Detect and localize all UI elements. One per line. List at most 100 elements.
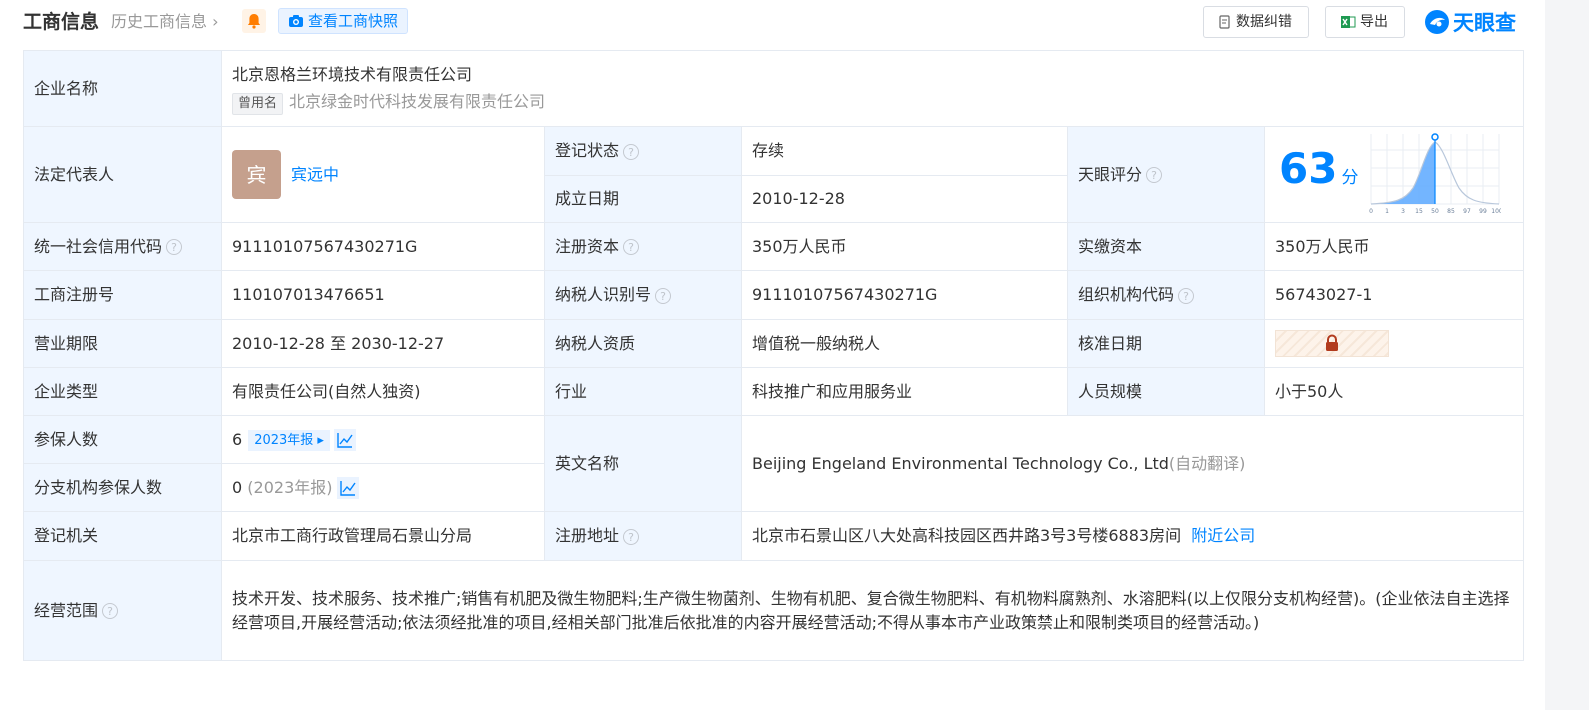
- monitor-bell-button[interactable]: [242, 9, 266, 33]
- table-row: 登记机关 北京市工商行政管理局石景山分局 注册地址? 北京市石景山区八大处高科技…: [23, 511, 1525, 561]
- right-scroll-rail: [1545, 0, 1589, 710]
- score-axis-tick: 97: [1463, 208, 1471, 215]
- score-axis-tick: 3: [1401, 208, 1405, 215]
- help-icon[interactable]: ?: [1178, 287, 1195, 304]
- score-marker: [1431, 132, 1439, 141]
- branch-insured-label: 分支机构参保人数: [23, 463, 222, 512]
- history-info-label: 历史工商信息: [111, 12, 208, 31]
- staff-size-label: 人员规模: [1067, 367, 1265, 416]
- industry-label: 行业: [544, 367, 742, 416]
- tianyan-score-label: 天眼评分: [1078, 164, 1143, 184]
- view-snapshot-label: 查看工商快照: [308, 12, 399, 30]
- legal-rep-link[interactable]: 宾远中: [291, 163, 339, 187]
- scope-label: 经营范围: [34, 600, 99, 620]
- table-row: 经营范围? 技术开发、技术服务、技术推广;销售有机肥及微生物肥料;生产微生物菌剂…: [23, 560, 1525, 661]
- reg-capital: 350万人民币: [741, 222, 1068, 271]
- taxpayer-qual: 增值税一般纳税人: [741, 319, 1068, 368]
- company-name-label: 企业名称: [23, 50, 222, 127]
- lock-icon: [1326, 334, 1338, 351]
- reg-authority: 北京市工商行政管理局石景山分局: [221, 511, 545, 561]
- reg-authority-label: 登记机关: [23, 511, 222, 561]
- scope-label-cell: 经营范围?: [23, 560, 222, 661]
- data-correction-button[interactable]: 数据纠错: [1203, 6, 1309, 38]
- insured-trend-button[interactable]: [333, 429, 356, 451]
- document-edit-icon: [1219, 15, 1230, 29]
- insured-cell: 6 2023年报 ▸: [221, 415, 545, 464]
- history-info-link[interactable]: 历史工商信息 ›: [111, 9, 219, 35]
- taxpayer-qual-label: 纳税人资质: [544, 319, 742, 368]
- help-icon[interactable]: ?: [623, 143, 640, 160]
- view-snapshot-button[interactable]: 查看工商快照: [278, 8, 409, 34]
- help-icon[interactable]: ?: [166, 239, 183, 255]
- score-axis-tick: 100: [1491, 208, 1501, 215]
- camera-icon: [289, 15, 303, 27]
- score-axis-tick: 50: [1431, 208, 1439, 215]
- score-axis-tick: 15: [1415, 208, 1423, 215]
- credit-code: 91110107567430271G: [221, 222, 545, 271]
- table-row: 统一社会信用代码? 91110107567430271G 注册资本? 350万人…: [23, 222, 1525, 271]
- industry: 科技推广和应用服务业: [741, 367, 1068, 416]
- reg-status-label-cell: 登记状态?: [544, 126, 742, 176]
- score-unit: 分: [1341, 167, 1359, 188]
- export-button[interactable]: 导出: [1325, 6, 1405, 38]
- table-row: 营业期限 2010-12-28 至 2030-12-27 纳税人资质 增值税一般…: [23, 319, 1525, 368]
- help-icon[interactable]: ?: [655, 287, 672, 304]
- english-name-label: 英文名称: [544, 415, 742, 512]
- insured-count: 6: [232, 429, 243, 449]
- help-icon[interactable]: ?: [623, 528, 640, 545]
- table-row: 参保人数 6 2023年报 ▸ 英文名称 Beijing Engeland Env…: [23, 415, 1525, 512]
- legal-rep-cell: 宾 宾远中: [221, 126, 545, 223]
- reg-capital-label: 注册资本: [555, 236, 620, 256]
- help-icon[interactable]: ?: [1146, 167, 1163, 183]
- branch-insured-note: (2023年报): [247, 477, 333, 497]
- taxpayer-id: 91110107567430271G: [741, 270, 1068, 320]
- export-label: 导出: [1360, 14, 1388, 30]
- english-name-cell: Beijing Engeland Environmental Technolog…: [740, 415, 1525, 512]
- org-code: 56743027-1: [1263, 270, 1525, 320]
- help-icon[interactable]: ?: [102, 603, 119, 619]
- avatar[interactable]: 宾: [232, 150, 281, 199]
- credit-code-label-cell: 统一社会信用代码?: [23, 222, 222, 271]
- score-axis-tick: 99: [1479, 208, 1487, 215]
- approval-date-label: 核准日期: [1067, 319, 1265, 368]
- business-scope: 技术开发、技术服务、技术推广;销售有机肥及微生物肥料;生产微生物菌剂、生物有机肥…: [220, 560, 1525, 661]
- branch-insured-trend-button[interactable]: [336, 477, 359, 499]
- annual-report-2023-label: 2023年报: [254, 432, 314, 448]
- biz-reg-no: 110107013476651: [221, 270, 545, 320]
- score-axis-tick: 0: [1369, 208, 1373, 215]
- company-type: 有限责任公司(自然人独资): [221, 367, 545, 416]
- table-row: 企业类型 有限责任公司(自然人独资) 行业 科技推广和应用服务业 人员规模 小于…: [23, 367, 1525, 416]
- tianyan-score: 63 分: [1279, 144, 1359, 193]
- trend-chart-icon: [339, 481, 356, 496]
- org-code-label-cell: 组织机构代码?: [1067, 270, 1265, 320]
- company-name-cell: 北京恩格兰环境技术有限责任公司 曾用名 北京绿金时代科技发展有限责任公司: [220, 50, 1525, 127]
- reg-address-label: 注册地址: [555, 526, 620, 545]
- nearby-companies-link[interactable]: 附近公司: [1191, 526, 1255, 545]
- biz-term-label: 营业期限: [23, 319, 222, 368]
- score-cell[interactable]: 63 分 0 1 3 15 50 85 97 99 100: [1263, 126, 1525, 223]
- taxpayer-id-label-cell: 纳税人识别号?: [544, 270, 742, 320]
- score-label-cell: 天眼评分?: [1067, 126, 1265, 223]
- former-name-row: 曾用名 北京绿金时代科技发展有限责任公司: [232, 90, 1513, 115]
- former-name: 北京绿金时代科技发展有限责任公司: [289, 91, 546, 111]
- reg-address-cell: 北京市石景山区八大处高科技园区西井路3号3号楼6883房间 附近公司: [740, 511, 1525, 561]
- annual-report-2023-button[interactable]: 2023年报 ▸: [248, 429, 330, 451]
- chevron-right-icon: ›: [207, 12, 219, 31]
- section-title: 工商信息: [23, 11, 100, 33]
- biz-term: 2010-12-28 至 2030-12-27: [221, 319, 545, 368]
- business-info-table: 企业名称 北京恩格兰环境技术有限责任公司 曾用名 北京绿金时代科技发展有限责任公司…: [23, 50, 1525, 661]
- help-icon[interactable]: ?: [623, 239, 640, 255]
- tianyancha-logo-text: 天眼查: [1453, 11, 1516, 35]
- score-distribution-chart: 0 1 3 15 50 85 97 99 100: [1369, 132, 1501, 215]
- branch-insured-cell: 0 (2023年报): [221, 463, 545, 512]
- biz-reg-no-label: 工商注册号: [23, 270, 222, 320]
- vip-locked-field[interactable]: [1275, 330, 1389, 357]
- score-axis-tick: 1: [1385, 208, 1389, 215]
- credit-code-label: 统一社会信用代码: [34, 236, 163, 256]
- score-axis-tick: 85: [1447, 208, 1455, 215]
- table-row: 企业名称 北京恩格兰环境技术有限责任公司 曾用名 北京绿金时代科技发展有限责任公司: [23, 50, 1525, 127]
- legal-rep-label: 法定代表人: [23, 126, 222, 223]
- former-name-tag: 曾用名: [232, 92, 284, 115]
- tianyancha-logo-icon: [1425, 10, 1449, 34]
- data-correction-label: 数据纠错: [1236, 14, 1292, 30]
